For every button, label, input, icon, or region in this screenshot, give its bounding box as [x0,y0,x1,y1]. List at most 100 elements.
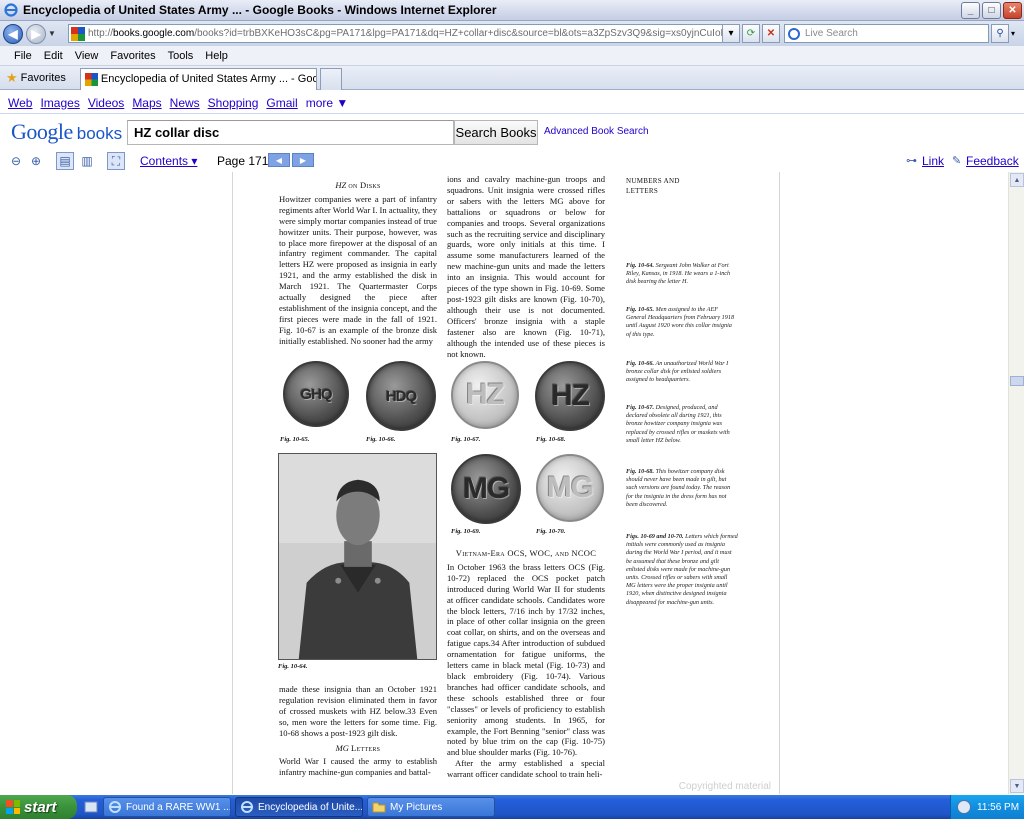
internet-explorer-icon [241,801,253,813]
page-number: Page 171 [217,154,269,168]
live-search-input[interactable]: Live Search [784,24,989,43]
close-button[interactable]: ✕ [1003,1,1022,19]
recent-pages-dropdown[interactable]: ▼ [48,29,58,38]
two-page-view-icon[interactable]: ▥ [78,152,96,170]
heading-hz-rest: on Disks [348,180,381,190]
paragraph-mg-continued: ions and cavalry machine-gun troops and … [447,174,605,359]
folder-icon [372,802,386,813]
menu-tools[interactable]: Tools [168,50,194,62]
gbar-link-maps[interactable]: Maps [132,96,161,110]
browser-tab[interactable]: Encyclopedia of United States Army ... -… [79,67,317,90]
gbar-link-shopping[interactable]: Shopping [208,96,259,110]
logo-suffix: books [76,124,123,143]
feedback-icon: ✎ [952,155,962,167]
link-button[interactable]: Link [922,154,944,168]
windows-logo-icon [6,800,20,814]
menu-edit[interactable]: Edit [44,50,63,62]
favorites-bar: ★ Favorites Encyclopedia of United State… [0,66,1024,90]
live-search-icon [788,27,800,40]
internet-explorer-icon [109,801,121,813]
paragraph-hz-continued: made these insignia than an October 1921… [279,684,437,738]
single-page-view-icon[interactable]: ▤ [56,152,74,170]
sidenote-fig-label: Fig. 10-67. [626,404,655,411]
start-button[interactable]: start [0,795,77,819]
disc-mg-bronze: MG [451,454,521,524]
book-viewer[interactable]: HZ on Disks Howitzer companies were a pa… [0,172,1024,794]
search-books-button[interactable]: Search Books [454,120,538,145]
caption-fig-10-69: Fig. 10-69. [451,528,481,535]
gbar-more-menu[interactable]: more ▼ [306,96,349,110]
google-books-logo[interactable]: Google books [11,119,122,145]
feedback-button[interactable]: Feedback [966,154,1019,168]
maximize-button[interactable]: □ [982,1,1001,19]
contents-menu[interactable]: Contents ▾ [140,154,197,168]
address-bar[interactable]: http://books.google.com/books?id=trbBXKe… [68,24,736,43]
book-search-input[interactable]: HZ collar disc [127,120,454,145]
vertical-scrollbar[interactable]: ▲ ▼ [1008,172,1024,794]
sidenote-fig-label: Fig. 10-64. [626,262,655,269]
tab-title: Encyclopedia of United States Army ... -… [100,73,317,85]
search-options-dropdown[interactable]: ▾ [1011,29,1015,38]
next-page-button[interactable]: ▶ [292,153,314,167]
column-2-top: ions and cavalry machine-gun troops and … [447,174,605,359]
disc-ghq: GHQ [283,361,349,427]
menu-help[interactable]: Help [205,50,228,62]
minimize-button[interactable]: _ [961,1,980,19]
zoom-out-icon[interactable]: ⊖ [7,152,25,170]
scrollbar-thumb[interactable] [1010,376,1024,386]
section-heading-numbers-letters: NUMBERS AND LETTERS [626,177,680,195]
system-tray: 11:56 PM [950,795,1024,819]
stop-icon[interactable]: ✕ [762,24,780,43]
taskbar-item-my-pictures[interactable]: My Pictures [367,797,495,817]
favorites-button[interactable]: Favorites [21,72,66,84]
taskbar-item-label: Encyclopedia of Unite... [258,801,363,813]
refresh-icon[interactable]: ⟳ [742,24,760,43]
forward-button[interactable]: ▶ [26,23,46,44]
taskbar-item-label: Found a RARE WW1 ... [126,801,231,813]
tray-icon[interactable] [957,800,971,814]
window-title: Encyclopedia of United States Army ... -… [23,3,497,17]
sidenote-fig-10-68: Fig. 10-68. This howitzer company disk s… [626,468,738,509]
heading-mg-em: MG [335,742,349,753]
address-toolbar: ◀ ▶ ▼ http://books.google.com/books?id=t… [0,21,1024,46]
url-host: books.google.com [113,28,195,39]
new-tab-button[interactable] [319,67,342,90]
heading-hz-disks: HZ on Disks [279,180,437,191]
taskbar-item-encyclopedia[interactable]: Encyclopedia of Unite... [235,797,363,817]
gbar-link-gmail[interactable]: Gmail [266,96,297,110]
back-button[interactable]: ◀ [3,23,23,44]
menu-file[interactable]: File [14,50,32,62]
advanced-book-search-link[interactable]: Advanced Book Search [544,126,649,137]
caption-fig-10-68: Fig. 10-68. [536,436,566,443]
sidenote-fig-label: Figs. 10-69 and 10-70. [626,533,684,540]
caption-fig-10-66: Fig. 10-66. [366,436,396,443]
quick-launch-icon[interactable] [83,799,99,815]
sidenote-text: Letters which formed initials were commo… [626,533,738,606]
favorites-star-icon: ★ [6,69,18,85]
scroll-down-arrow-icon[interactable]: ▼ [1010,779,1024,793]
gbar-link-web[interactable]: Web [8,96,32,110]
sidenote-fig-label: Fig. 10-68. [626,468,655,475]
gbar-link-videos[interactable]: Videos [88,96,124,110]
zoom-in-icon[interactable]: ⊕ [27,152,45,170]
menu-view[interactable]: View [75,50,99,62]
start-label: start [24,798,57,816]
gbar-link-news[interactable]: News [170,96,200,110]
soldier-photograph [278,453,437,660]
google-favicon [71,26,85,41]
scroll-up-arrow-icon[interactable]: ▲ [1010,173,1024,187]
paragraph-hz: Howitzer companies were a part of infant… [279,193,437,346]
search-icon[interactable]: ⚲ [991,24,1009,43]
address-dropdown-button[interactable]: ▾ [722,24,740,43]
taskbar-item-forum[interactable]: Found a RARE WW1 ... [103,797,231,817]
link-icon: ⊶ [906,155,917,167]
previous-page-button[interactable]: ◀ [268,153,290,167]
window-titlebar[interactable]: Encyclopedia of United States Army ... -… [0,0,1024,21]
fullscreen-icon[interactable]: ⛶ [107,152,125,170]
sidenote-fig-10-69-70: Figs. 10-69 and 10-70. Letters which for… [626,533,738,607]
sidenote-fig-10-65: Fig. 10-65. Men assigned to the AEF Gene… [626,306,738,339]
viewer-toolbar: ⊖ ⊕ ▤ ▥ ⛶ Contents ▾ Page 171 ◀ ▶ ⊶ Link… [0,150,1024,172]
gbar-link-images[interactable]: Images [40,96,79,110]
sidenote-fig-10-67: Fig. 10-67. Designed, produced, and decl… [626,404,738,445]
menu-favorites[interactable]: Favorites [110,50,155,62]
